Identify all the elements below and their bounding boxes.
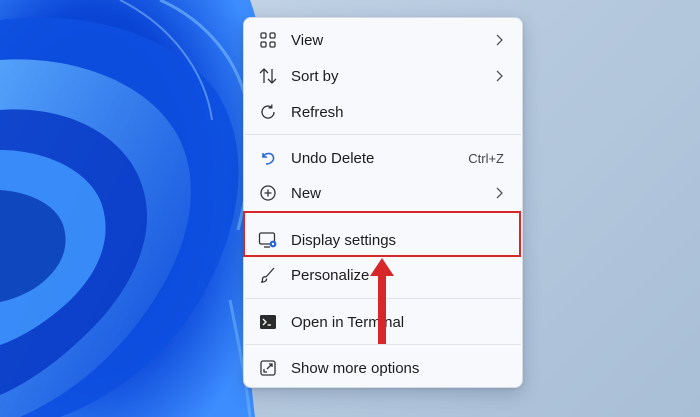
menu-separator — [245, 134, 521, 135]
menu-item-label: Show more options — [291, 359, 420, 377]
show-more-icon — [258, 358, 278, 378]
refresh-icon — [258, 102, 278, 122]
chevron-right-icon — [494, 33, 504, 47]
undo-icon — [258, 148, 278, 168]
menu-item-label: Personalize — [291, 266, 370, 284]
menu-item-view[interactable]: View — [244, 23, 522, 57]
sort-arrows-icon — [258, 66, 278, 86]
menu-item-new[interactable]: New — [244, 176, 522, 210]
menu-item-label: New — [291, 184, 322, 202]
shortcut-text: Ctrl+Z — [468, 150, 504, 166]
chevron-right-icon — [494, 186, 504, 200]
brush-icon — [258, 265, 278, 285]
menu-item-show-more-options[interactable]: Show more options — [244, 351, 522, 385]
menu-item-label: Undo Delete — [291, 149, 375, 167]
plus-circle-icon — [258, 183, 278, 203]
menu-item-sort-by[interactable]: Sort by — [244, 59, 522, 93]
annotation-highlight-box — [243, 211, 521, 257]
menu-item-undo-delete[interactable]: Undo Delete Ctrl+Z — [244, 141, 522, 175]
grid-view-icon — [258, 30, 278, 50]
menu-item-label: View — [291, 31, 324, 49]
annotation-arrow — [370, 258, 394, 344]
menu-item-label: Sort by — [291, 67, 339, 85]
menu-item-refresh[interactable]: Refresh — [244, 95, 522, 129]
chevron-right-icon — [494, 69, 504, 83]
terminal-icon — [258, 312, 278, 332]
menu-item-label: Refresh — [291, 103, 344, 121]
